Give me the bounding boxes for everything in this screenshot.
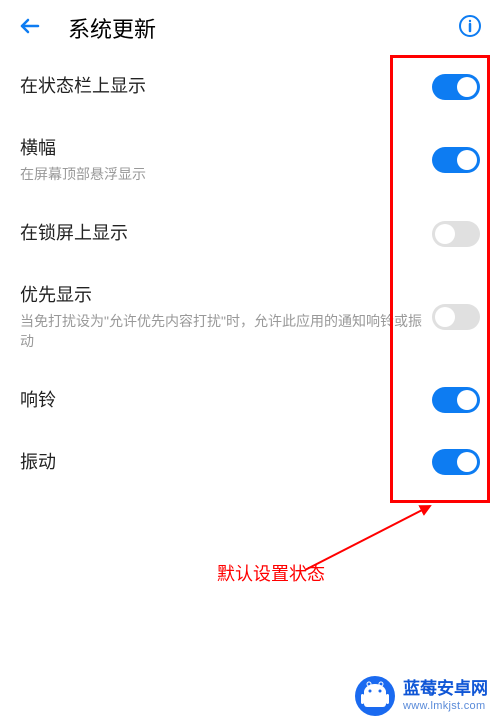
setting-label: 横幅 [20, 136, 432, 161]
toggle-priority[interactable] [432, 304, 480, 330]
toggle-knob [457, 150, 477, 170]
toggle-banner[interactable] [432, 147, 480, 173]
setting-row-banner: 横幅 在屏幕顶部悬浮显示 [20, 118, 480, 203]
setting-text: 响铃 [20, 388, 432, 413]
setting-text: 优先显示 当免打扰设为"允许优先内容打扰"时，允许此应用的通知响铃或振动 [20, 283, 432, 351]
watermark-title: 蓝莓安卓网 [403, 679, 488, 699]
toggle-knob [457, 452, 477, 472]
setting-label: 振动 [20, 450, 432, 475]
setting-label: 响铃 [20, 388, 432, 413]
setting-label: 优先显示 [20, 283, 432, 308]
setting-row-vibrate: 振动 [20, 431, 480, 493]
back-button[interactable] [16, 14, 44, 42]
toggle-lockscreen[interactable] [432, 221, 480, 247]
annotation-arrow-icon [290, 500, 440, 585]
setting-label: 在锁屏上显示 [20, 221, 432, 246]
setting-row-priority: 优先显示 当免打扰设为"允许优先内容打扰"时，允许此应用的通知响铃或振动 [20, 265, 480, 369]
watermark-text: 蓝莓安卓网 www.lmkjst.com [403, 679, 488, 713]
setting-desc: 当免打扰设为"允许优先内容打扰"时，允许此应用的通知响铃或振动 [20, 312, 432, 351]
toggle-vibrate[interactable] [432, 449, 480, 475]
setting-text: 振动 [20, 450, 432, 475]
settings-list: 在状态栏上显示 横幅 在屏幕顶部悬浮显示 在锁屏上显示 优先显示 当免打扰设为"… [0, 56, 500, 493]
annotation-text: 默认设置状态 [217, 560, 325, 586]
setting-row-status-bar: 在状态栏上显示 [20, 56, 480, 118]
toggle-status-bar[interactable] [432, 74, 480, 100]
setting-desc: 在屏幕顶部悬浮显示 [20, 165, 432, 185]
info-icon [458, 14, 482, 43]
setting-text: 横幅 在屏幕顶部悬浮显示 [20, 136, 432, 185]
page-title: 系统更新 [68, 12, 456, 44]
header: 系统更新 [0, 0, 500, 56]
setting-text: 在锁屏上显示 [20, 221, 432, 246]
toggle-knob [457, 390, 477, 410]
info-button[interactable] [456, 14, 484, 42]
watermark-logo-icon [353, 674, 397, 718]
setting-label: 在状态栏上显示 [20, 74, 432, 99]
toggle-ring[interactable] [432, 387, 480, 413]
watermark-url: www.lmkjst.com [403, 700, 488, 713]
setting-text: 在状态栏上显示 [20, 74, 432, 99]
setting-row-lockscreen: 在锁屏上显示 [20, 203, 480, 265]
toggle-knob [457, 77, 477, 97]
toggle-knob [435, 224, 455, 244]
toggle-knob [435, 307, 455, 327]
arrow-left-icon [18, 14, 42, 43]
watermark: 蓝莓安卓网 www.lmkjst.com [353, 674, 488, 718]
setting-row-ring: 响铃 [20, 369, 480, 431]
